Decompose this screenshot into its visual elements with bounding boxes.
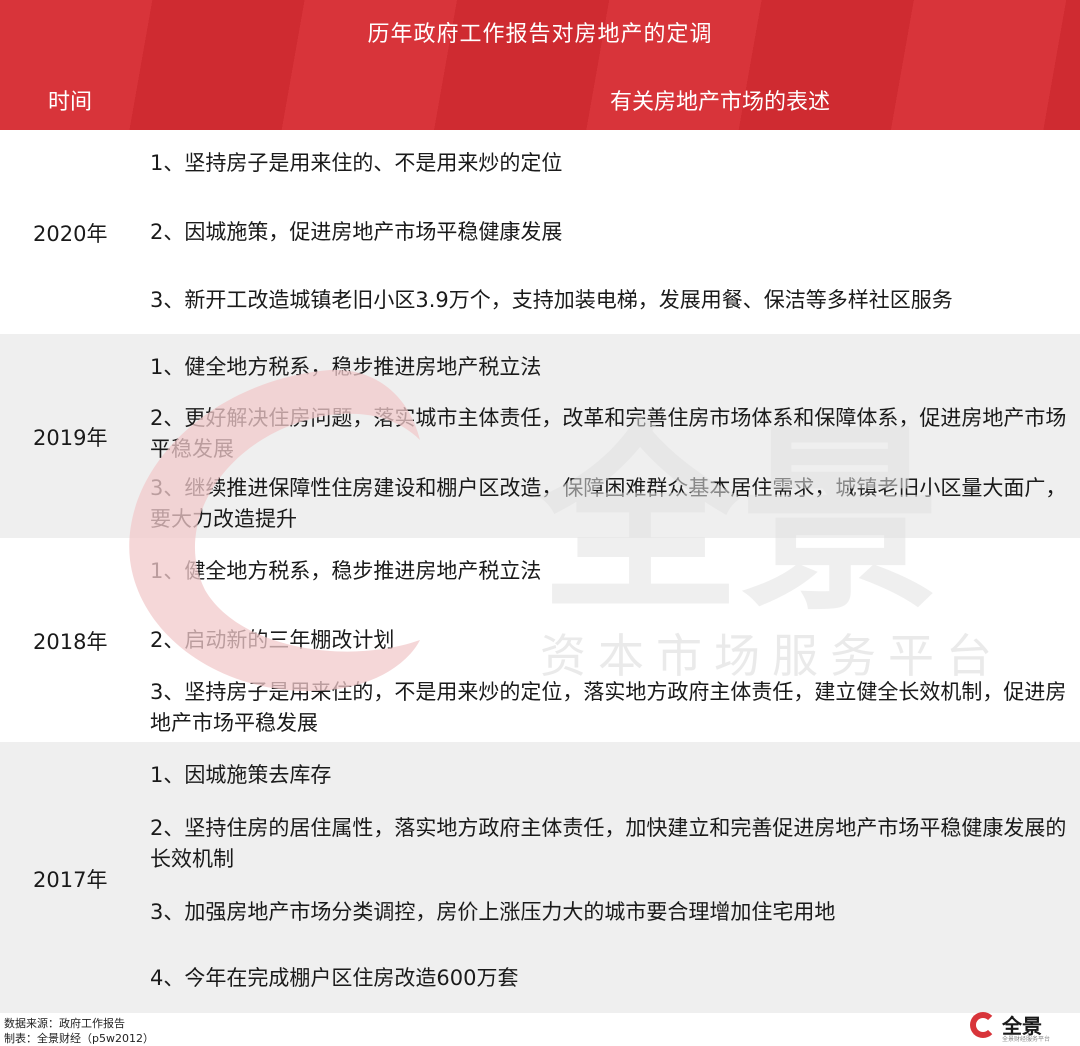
list-item: 3、坚持房子是用来住的，不是用来炒的定位，落实地方政府主体责任，建立健全长效机制…: [150, 680, 1067, 735]
year-label: 2020年: [33, 222, 108, 246]
footer: 数据来源：政府工作报告 制表：全景财经（p5w2012）: [0, 1013, 1080, 1045]
list-item: 1、健全地方税系，稳步推进房地产税立法: [150, 355, 542, 379]
logo-icon: [970, 1012, 996, 1038]
table-row-2020: 2020年 1、坚持房子是用来住的、不是用来炒的定位 2、因城施策，促进房地产市…: [0, 130, 1080, 334]
table-header: 历年政府工作报告对房地产的定调 时间 有关房地产市场的表述: [0, 0, 1080, 130]
list-item: 3、新开工改造城镇老旧小区3.9万个，支持加装电梯，发展用餐、保洁等多样社区服务: [150, 288, 953, 312]
list-item: 2、更好解决住房问题，落实城市主体责任，改革和完善住房市场体系和保障体系，促进房…: [150, 406, 1067, 461]
source-note: 数据来源：政府工作报告: [4, 1017, 125, 1030]
brand-logo: 全景 全景财经服务平台: [970, 1010, 1070, 1043]
list-item: 3、继续推进保障性住房建设和棚户区改造，保障困难群众基本居住需求，城镇老旧小区量…: [150, 476, 1067, 531]
list-item: 3、加强房地产市场分类调控，房价上涨压力大的城市要合理增加住宅用地: [150, 900, 836, 924]
table-row-2018: 2018年 1、健全地方税系，稳步推进房地产税立法 2、启动新的三年棚改计划 3…: [0, 538, 1080, 742]
list-item: 2、因城施策，促进房地产市场平稳健康发展: [150, 220, 563, 244]
list-item: 4、今年在完成棚户区住房改造600万套: [150, 966, 519, 990]
maker-note: 制表：全景财经（p5w2012）: [4, 1032, 154, 1045]
list-item: 1、坚持房子是用来住的、不是用来炒的定位: [150, 151, 563, 175]
year-label: 2019年: [33, 426, 108, 450]
year-label: 2017年: [33, 868, 108, 892]
list-item: 1、健全地方税系，稳步推进房地产税立法: [150, 559, 542, 583]
table-title: 历年政府工作报告对房地产的定调: [367, 22, 713, 47]
table-row-2019: 2019年 1、健全地方税系，稳步推进房地产税立法 2、更好解决住房问题，落实城…: [0, 334, 1080, 538]
column-header-description: 有关房地产市场的表述: [610, 90, 831, 115]
list-item: 2、启动新的三年棚改计划: [150, 628, 395, 652]
year-label: 2018年: [33, 630, 108, 654]
list-item: 2、坚持住房的居住属性，落实地方政府主体责任，加快建立和完善促进房地产市场平稳健…: [150, 816, 1067, 871]
column-header-time: 时间: [48, 90, 93, 115]
list-item: 1、因城施策去库存: [150, 763, 332, 787]
table-row-2017: 2017年 1、因城施策去库存 2、坚持住房的居住属性，落实地方政府主体责任，加…: [0, 742, 1080, 1013]
logo-subtitle: 全景财经服务平台: [1002, 1036, 1051, 1043]
